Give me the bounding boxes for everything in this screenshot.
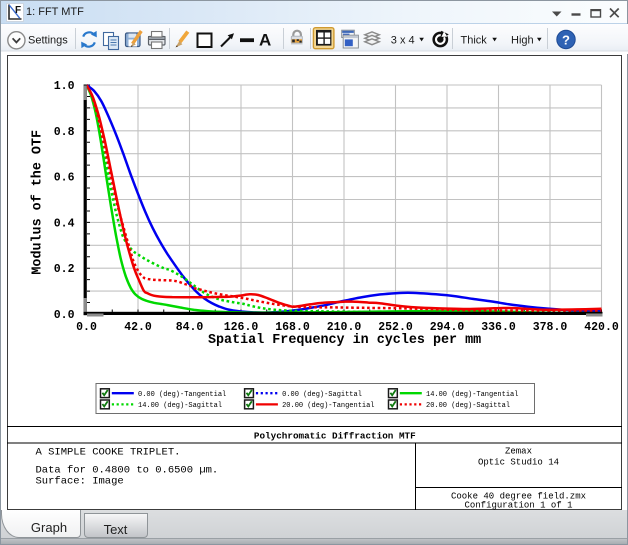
svg-text:3 x 4: 3 x 4 — [391, 35, 415, 47]
svg-text:0.00 (deg)-Sagittal: 0.00 (deg)-Sagittal — [282, 391, 362, 399]
svg-text:Zemax: Zemax — [505, 447, 532, 457]
svg-text:High: High — [511, 35, 534, 47]
svg-text:0.0: 0.0 — [54, 309, 75, 322]
svg-text:378.0: 378.0 — [533, 321, 568, 334]
svg-text:Configuration 1 of 1: Configuration 1 of 1 — [464, 501, 572, 511]
svg-text:20.00 (deg)-Sagittal: 20.00 (deg)-Sagittal — [426, 402, 510, 410]
svg-text:0.00 (deg)-Tangential: 0.00 (deg)-Tangential — [138, 391, 226, 399]
svg-text:Spatial Frequency in cycles pe: Spatial Frequency in cycles per mm — [208, 333, 481, 348]
svg-text:84.0: 84.0 — [176, 321, 204, 334]
svg-text:Polychromatic Diffraction MTF: Polychromatic Diffraction MTF — [254, 430, 416, 441]
svg-text:Settings: Settings — [28, 35, 68, 47]
svg-text:42.0: 42.0 — [124, 321, 152, 334]
svg-text:A: A — [259, 31, 271, 50]
svg-text:0.8: 0.8 — [54, 126, 75, 139]
svg-text:20.00 (deg)-Tangential: 20.00 (deg)-Tangential — [282, 402, 374, 410]
svg-text:0.6: 0.6 — [54, 172, 75, 185]
svg-text:Optic Studio 14: Optic Studio 14 — [478, 458, 559, 468]
svg-text:Modulus of the OTF: Modulus of the OTF — [31, 130, 46, 275]
svg-text:1.0: 1.0 — [54, 80, 75, 93]
svg-text:A SIMPLE COOKE TRIPLET.: A SIMPLE COOKE TRIPLET. — [36, 447, 181, 459]
svg-text:Thick: Thick — [461, 35, 488, 47]
svg-text:0.4: 0.4 — [54, 217, 75, 230]
svg-text:0.2: 0.2 — [54, 263, 75, 276]
svg-text:14.00 (deg)-Tangential: 14.00 (deg)-Tangential — [426, 391, 518, 399]
svg-text:0.0: 0.0 — [76, 321, 97, 334]
svg-text:14.00 (deg)-Sagittal: 14.00 (deg)-Sagittal — [138, 402, 222, 410]
svg-text:F: F — [15, 5, 21, 16]
svg-text:?: ? — [562, 33, 570, 48]
svg-text:336.0: 336.0 — [481, 321, 516, 334]
svg-text:Surface: Image: Surface: Image — [36, 476, 124, 488]
svg-text:420.0: 420.0 — [584, 321, 619, 334]
